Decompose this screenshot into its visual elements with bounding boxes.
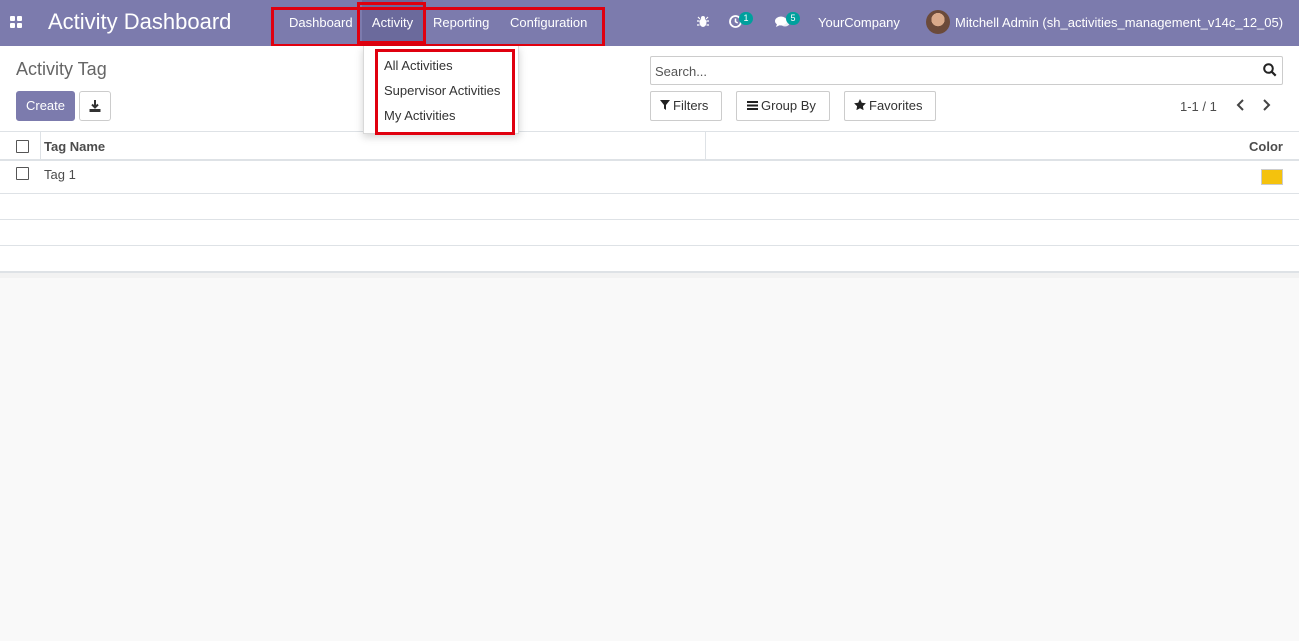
menu-item-supervisor-activities[interactable]: Supervisor Activities <box>384 83 500 98</box>
tag-list: Tag Name Color Tag 1 <box>0 131 1299 278</box>
column-header-color[interactable]: Color <box>1249 139 1283 154</box>
list-header: Tag Name Color <box>0 131 1299 161</box>
star-icon <box>854 92 866 120</box>
row-checkbox[interactable] <box>16 167 29 180</box>
company-switcher[interactable]: YourCompany <box>818 15 900 30</box>
pager-previous-icon[interactable] <box>1235 98 1249 114</box>
empty-row <box>0 220 1299 246</box>
pager-value[interactable]: 1-1 / 1 <box>1180 99 1217 114</box>
search-input[interactable] <box>655 62 1255 80</box>
user-menu[interactable]: Mitchell Admin (sh_activities_management… <box>955 15 1283 30</box>
column-divider <box>40 132 41 160</box>
control-panel: Activity Tag Create Filters Group By Fav… <box>0 46 1299 131</box>
messages-badge: 5 <box>786 12 800 25</box>
menu-item-my-activities[interactable]: My Activities <box>384 108 456 123</box>
empty-row <box>0 194 1299 220</box>
menu-item-all-activities[interactable]: All Activities <box>384 58 453 73</box>
menu-activity[interactable]: Activity <box>362 0 423 46</box>
create-button[interactable]: Create <box>16 91 75 121</box>
top-navbar: Activity Dashboard Dashboard Activity Re… <box>0 0 1299 46</box>
favorites-button[interactable]: Favorites <box>844 91 936 121</box>
filter-icon <box>660 92 670 120</box>
table-row[interactable]: Tag 1 <box>0 161 1299 194</box>
activity-dropdown-menu: All Activities Supervisor Activities My … <box>363 46 519 134</box>
pager-next-icon[interactable] <box>1262 98 1276 114</box>
column-divider <box>705 132 706 160</box>
app-title: Activity Dashboard <box>48 9 232 34</box>
empty-row <box>0 246 1299 272</box>
search-icon[interactable] <box>1263 63 1277 77</box>
column-header-tag-name[interactable]: Tag Name <box>44 139 105 154</box>
list-footer <box>0 272 1299 278</box>
list-icon <box>747 92 758 120</box>
bug-icon[interactable] <box>697 15 709 31</box>
apps-menu-icon[interactable] <box>10 16 23 29</box>
breadcrumb: Activity Tag <box>16 59 107 79</box>
export-button[interactable] <box>79 91 111 121</box>
menu-reporting[interactable]: Reporting <box>433 0 489 46</box>
tag-name-cell: Tag 1 <box>44 167 76 182</box>
group-by-button[interactable]: Group By <box>736 91 830 121</box>
user-avatar[interactable] <box>926 10 950 34</box>
menu-dashboard[interactable]: Dashboard <box>289 0 353 46</box>
activity-badge: 1 <box>739 12 753 25</box>
search-box[interactable] <box>650 56 1283 85</box>
download-icon <box>89 100 101 112</box>
filters-button[interactable]: Filters <box>650 91 722 121</box>
select-all-checkbox[interactable] <box>16 140 29 153</box>
menu-configuration[interactable]: Configuration <box>510 0 587 46</box>
color-swatch[interactable] <box>1261 169 1283 185</box>
